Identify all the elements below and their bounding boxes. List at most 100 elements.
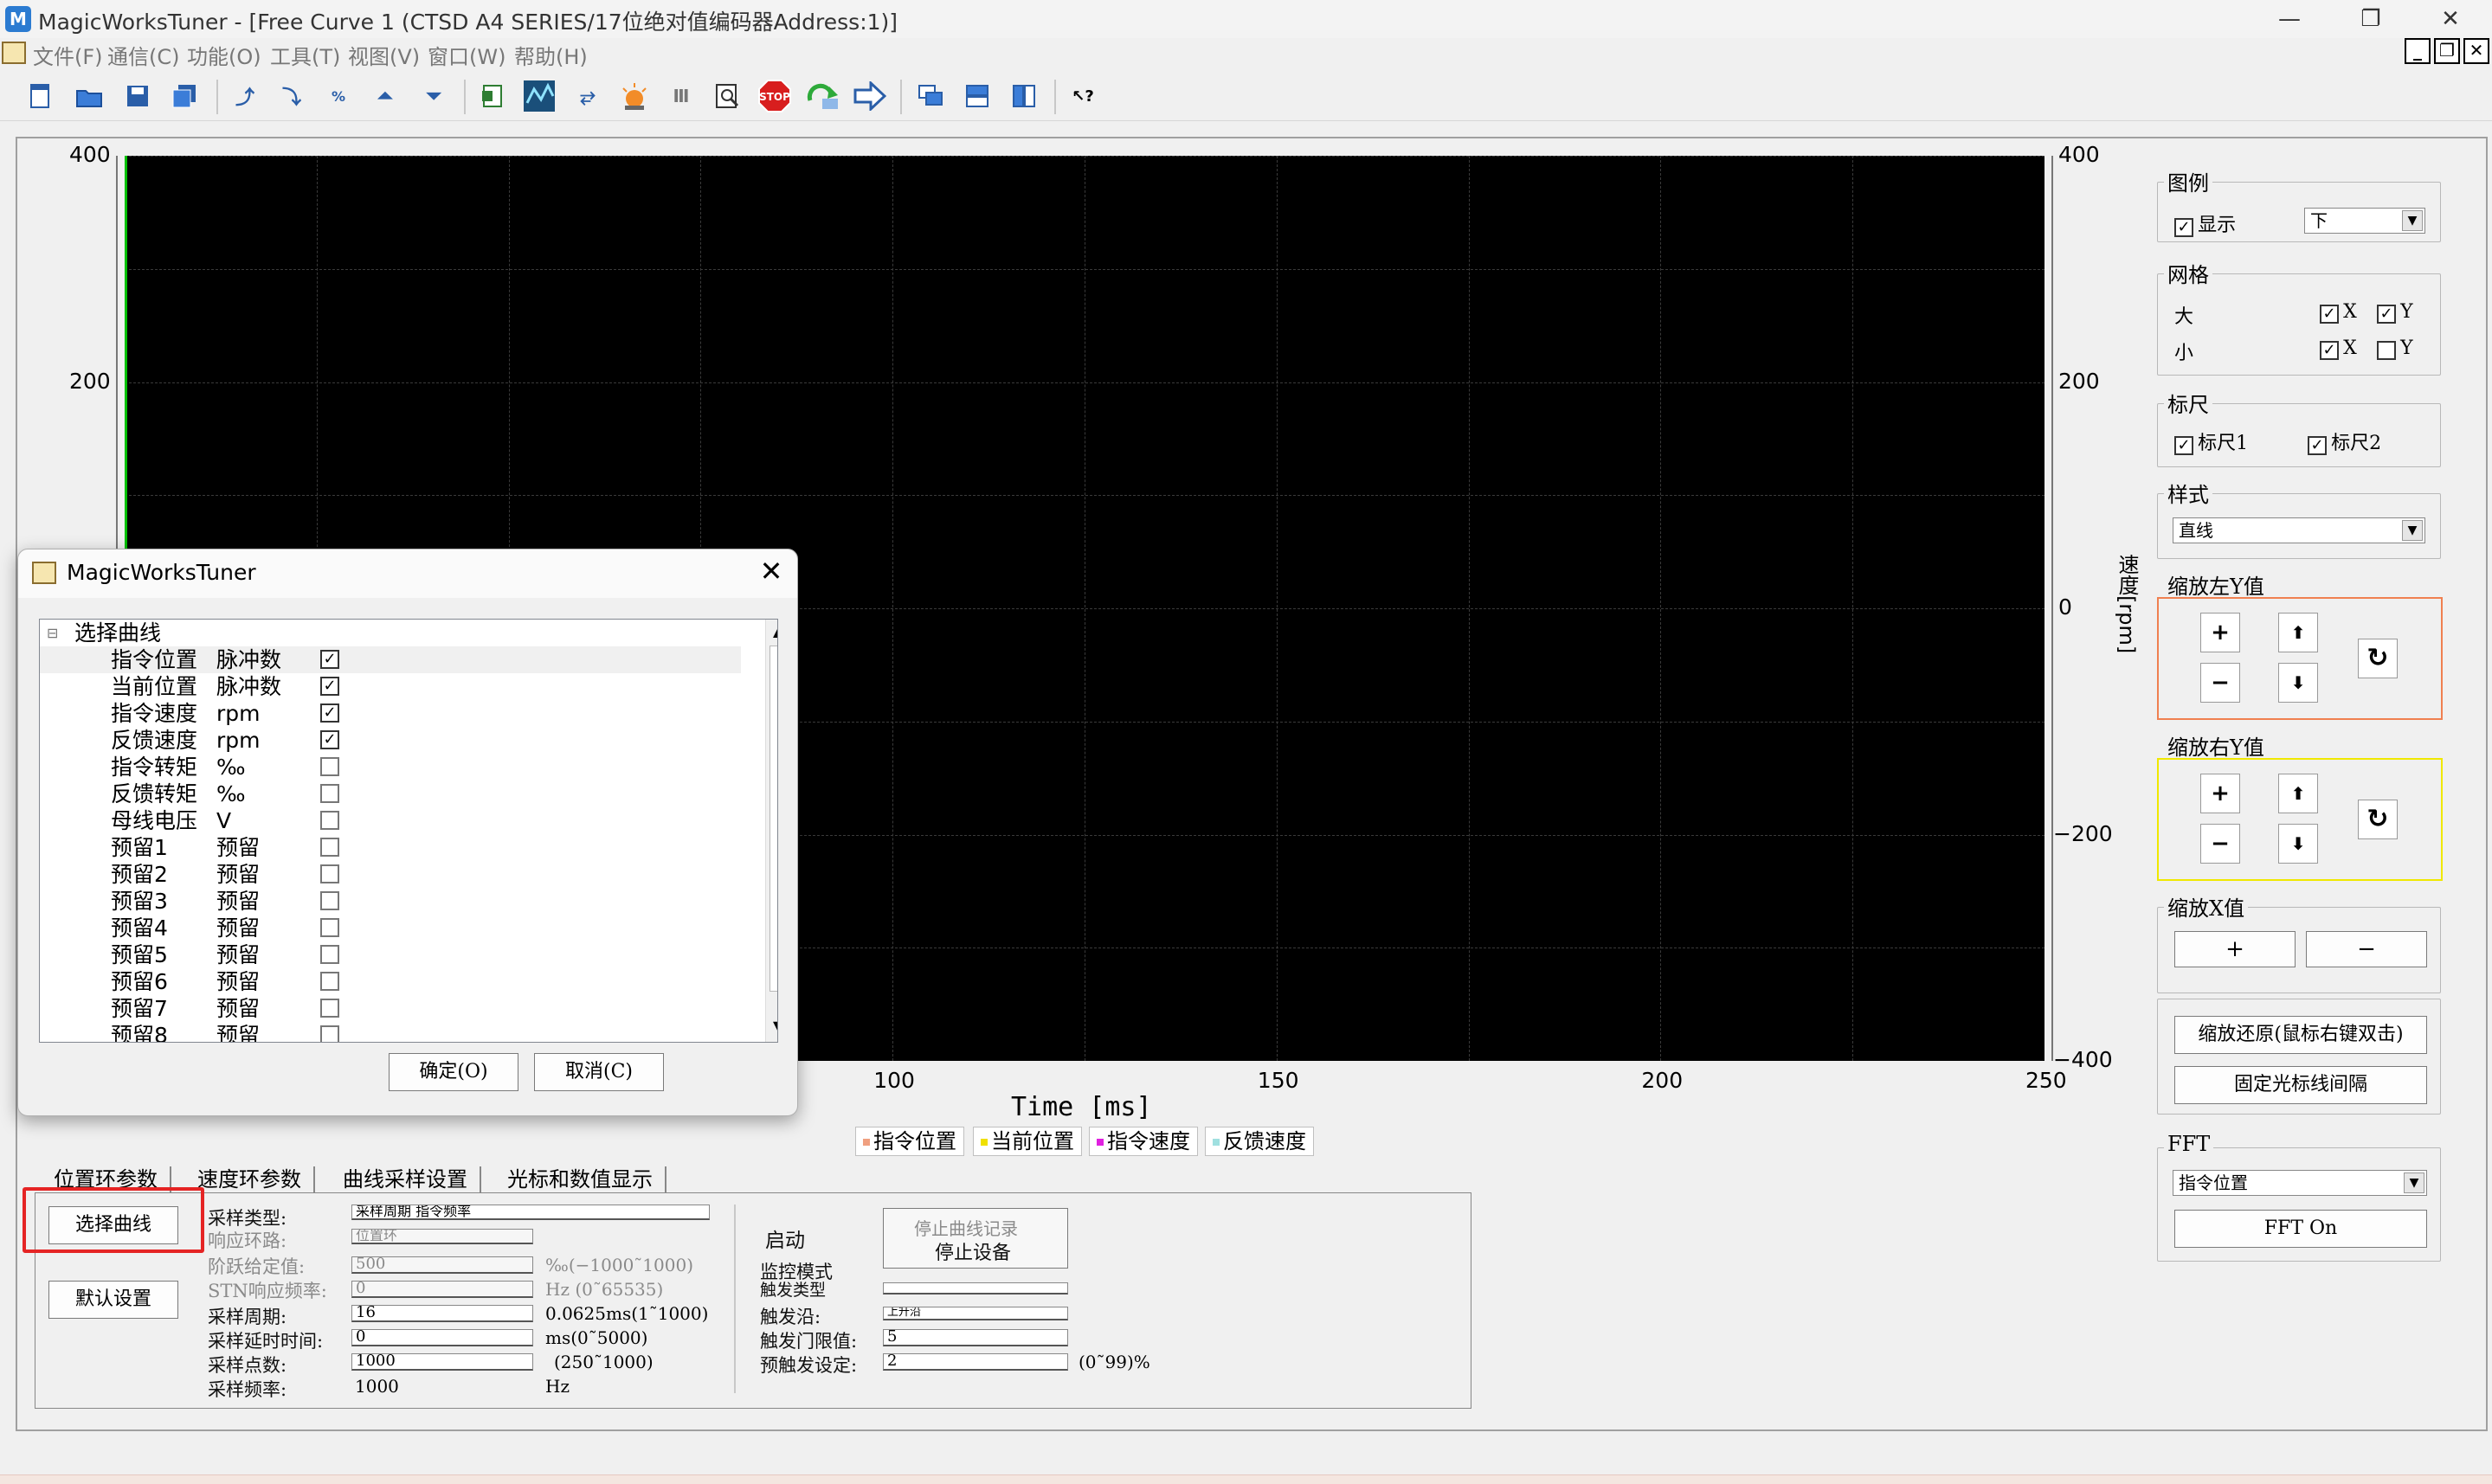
curve-item-checkbox[interactable]	[320, 972, 339, 991]
new-file-icon[interactable]	[24, 80, 57, 112]
reset-icon[interactable]: ↻	[2358, 800, 2398, 839]
download-param-icon[interactable]: ⤵	[275, 80, 308, 112]
trigger-edge-select[interactable]: 上升沿	[883, 1307, 1068, 1320]
curve-item[interactable]: 预留4 预留	[40, 915, 741, 941]
stop-record-button[interactable]: 停止曲线记录	[914, 1215, 1018, 1240]
grid-minor-x-checkbox[interactable]: ✓ X	[2320, 337, 2357, 360]
curve-item-checkbox[interactable]	[320, 999, 339, 1018]
cascade-windows-icon[interactable]	[914, 80, 947, 112]
close-button[interactable]: ✕	[2412, 0, 2489, 38]
curve-item[interactable]: 预留2 预留	[40, 861, 741, 888]
arrow-right-icon[interactable]	[853, 80, 886, 112]
curve-item[interactable]: 指令位置 脉冲数 ✓	[40, 646, 741, 673]
grid-minor-y-checkbox[interactable]: Y	[2377, 337, 2413, 360]
arrow-up-icon[interactable]: ⬆	[2278, 613, 2318, 652]
arrow-up-icon[interactable]: ⬆	[2278, 774, 2318, 813]
mdi-restore-button[interactable]: ❐	[2434, 38, 2460, 64]
step-value-input[interactable]: 500	[351, 1256, 533, 1274]
menu-view[interactable]: 视图(V)	[348, 40, 420, 70]
grid-major-y-checkbox[interactable]: ✓ Y	[2377, 301, 2413, 324]
context-help-icon[interactable]: ↖?	[1066, 80, 1099, 112]
zoom-x-out-button[interactable]: −	[2306, 931, 2427, 967]
curve-item-checkbox[interactable]	[320, 838, 339, 857]
fft-on-button[interactable]: FFT On	[2174, 1210, 2427, 1248]
curve-item-checkbox[interactable]: ✓	[320, 650, 339, 669]
dialog-close-icon[interactable]: ✕	[754, 555, 789, 588]
curve-item[interactable]: 母线电压 V	[40, 807, 741, 834]
tab-curve-sampling[interactable]: 曲线采样设置	[332, 1166, 481, 1192]
fix-cursor-interval-button[interactable]: 固定光标线间隔	[2174, 1066, 2427, 1104]
oscilloscope-icon[interactable]	[523, 80, 556, 112]
start-label[interactable]: 启动	[765, 1224, 805, 1253]
arrow-down-icon[interactable]: ⬇	[2278, 824, 2318, 864]
alarm-icon[interactable]	[618, 80, 651, 112]
curve-item[interactable]: 预留8 预留	[40, 1022, 741, 1042]
dialog-scrollbar[interactable]: ▲ ▼	[765, 620, 777, 1042]
dialog-ok-button[interactable]: 确定(O)	[389, 1053, 518, 1091]
refresh-icon[interactable]	[807, 80, 840, 112]
menu-tools[interactable]: 工具(T)	[270, 40, 340, 70]
scroll-up-icon[interactable]: ▲	[773, 623, 777, 639]
compare-param-icon[interactable]: %	[322, 80, 355, 112]
menu-function[interactable]: 功能(O)	[187, 40, 261, 70]
tree-root[interactable]: ⊟ 选择曲线	[40, 620, 741, 646]
tab-speed-loop[interactable]: 速度环参数	[187, 1166, 315, 1192]
ruler2-checkbox[interactable]: ✓ 标尺2	[2308, 427, 2381, 455]
menu-window[interactable]: 窗口(W)	[428, 40, 505, 70]
response-loop-select[interactable]: 位置环	[351, 1229, 533, 1244]
dialog-cancel-button[interactable]: 取消(C)	[534, 1053, 664, 1091]
sample-type-select[interactable]: 采样周期 指令频率	[351, 1205, 710, 1220]
arrow-down-icon[interactable]: ⬇	[2278, 663, 2318, 703]
curve-item[interactable]: 预留1 预留	[40, 834, 741, 861]
mdi-close-button[interactable]: ✕	[2463, 38, 2489, 64]
curve-item-checkbox[interactable]	[320, 757, 339, 776]
curve-item-checkbox[interactable]	[320, 811, 339, 830]
zoom-inspect-icon[interactable]	[712, 80, 744, 112]
ruler1-checkbox[interactable]: ✓ 标尺1	[2174, 427, 2248, 455]
curve-item[interactable]: 当前位置 脉冲数 ✓	[40, 673, 741, 700]
upload-param-icon[interactable]: ⤴	[229, 80, 261, 112]
curve-item[interactable]: 预留3 预留	[40, 888, 741, 915]
zoom-restore-button[interactable]: 缩放还原(鼠标右键双击)	[2174, 1016, 2427, 1054]
chevron-down-icon[interactable]: ▼	[2402, 520, 2423, 541]
curve-item-checkbox[interactable]	[320, 918, 339, 937]
curve-item-checkbox[interactable]	[320, 864, 339, 883]
legend-show-checkbox[interactable]: ✓ 显示	[2174, 209, 2236, 237]
tile-vertical-icon[interactable]	[1008, 80, 1040, 112]
grid-major-x-checkbox[interactable]: ✓ X	[2320, 301, 2357, 324]
menu-help[interactable]: 帮助(H)	[514, 40, 588, 70]
curve-item[interactable]: 预留5 预留	[40, 941, 741, 968]
curve-item[interactable]: 反馈速度 rpm ✓	[40, 727, 741, 754]
curve-item-checkbox[interactable]	[320, 1025, 339, 1042]
menu-file[interactable]: 文件(F)	[33, 40, 103, 70]
chevron-down-icon[interactable]: ▼	[2402, 210, 2423, 231]
save-icon[interactable]	[121, 80, 154, 112]
tile-horizontal-icon[interactable]	[961, 80, 994, 112]
curve-item[interactable]: 预留6 预留	[40, 968, 741, 995]
period-input[interactable]: 16	[351, 1305, 533, 1322]
curve-item-checkbox[interactable]: ✓	[320, 677, 339, 696]
stop-device-button[interactable]: 停止设备	[935, 1237, 1011, 1265]
io-monitor-icon[interactable]: Ⅲ	[665, 80, 698, 112]
tab-cursor-display[interactable]: 光标和数值显示	[497, 1166, 666, 1192]
stop-icon[interactable]: STOP	[758, 80, 791, 112]
checkbox[interactable]: ✓	[2174, 217, 2193, 237]
zoom-right-y-out-button[interactable]: −	[2200, 824, 2240, 864]
line-style-select[interactable]: 直线 ▼	[2173, 517, 2425, 543]
excel-export-icon[interactable]	[476, 80, 509, 112]
curve-item[interactable]: 反馈转矩 ‰	[40, 781, 741, 807]
zoom-left-y-in-button[interactable]: +	[2200, 613, 2240, 652]
curve-item-checkbox[interactable]: ✓	[320, 730, 339, 749]
points-input[interactable]: 1000	[351, 1353, 533, 1371]
curve-item[interactable]: 指令速度 rpm ✓	[40, 700, 741, 727]
trigger-type-select[interactable]	[883, 1282, 1068, 1294]
chevron-down-icon[interactable]: ▼	[2404, 1172, 2424, 1193]
scroll-thumb[interactable]	[769, 646, 777, 992]
curve-item-checkbox[interactable]	[320, 945, 339, 964]
curve-item-checkbox[interactable]	[320, 891, 339, 910]
default-settings-button[interactable]: 默认设置	[48, 1281, 178, 1319]
zoom-left-y-out-button[interactable]: −	[2200, 663, 2240, 703]
mdi-minimize-button[interactable]: _	[2405, 38, 2431, 64]
legend-position-select[interactable]: 下 ▼	[2304, 208, 2425, 234]
reset-icon[interactable]: ↻	[2358, 639, 2398, 678]
